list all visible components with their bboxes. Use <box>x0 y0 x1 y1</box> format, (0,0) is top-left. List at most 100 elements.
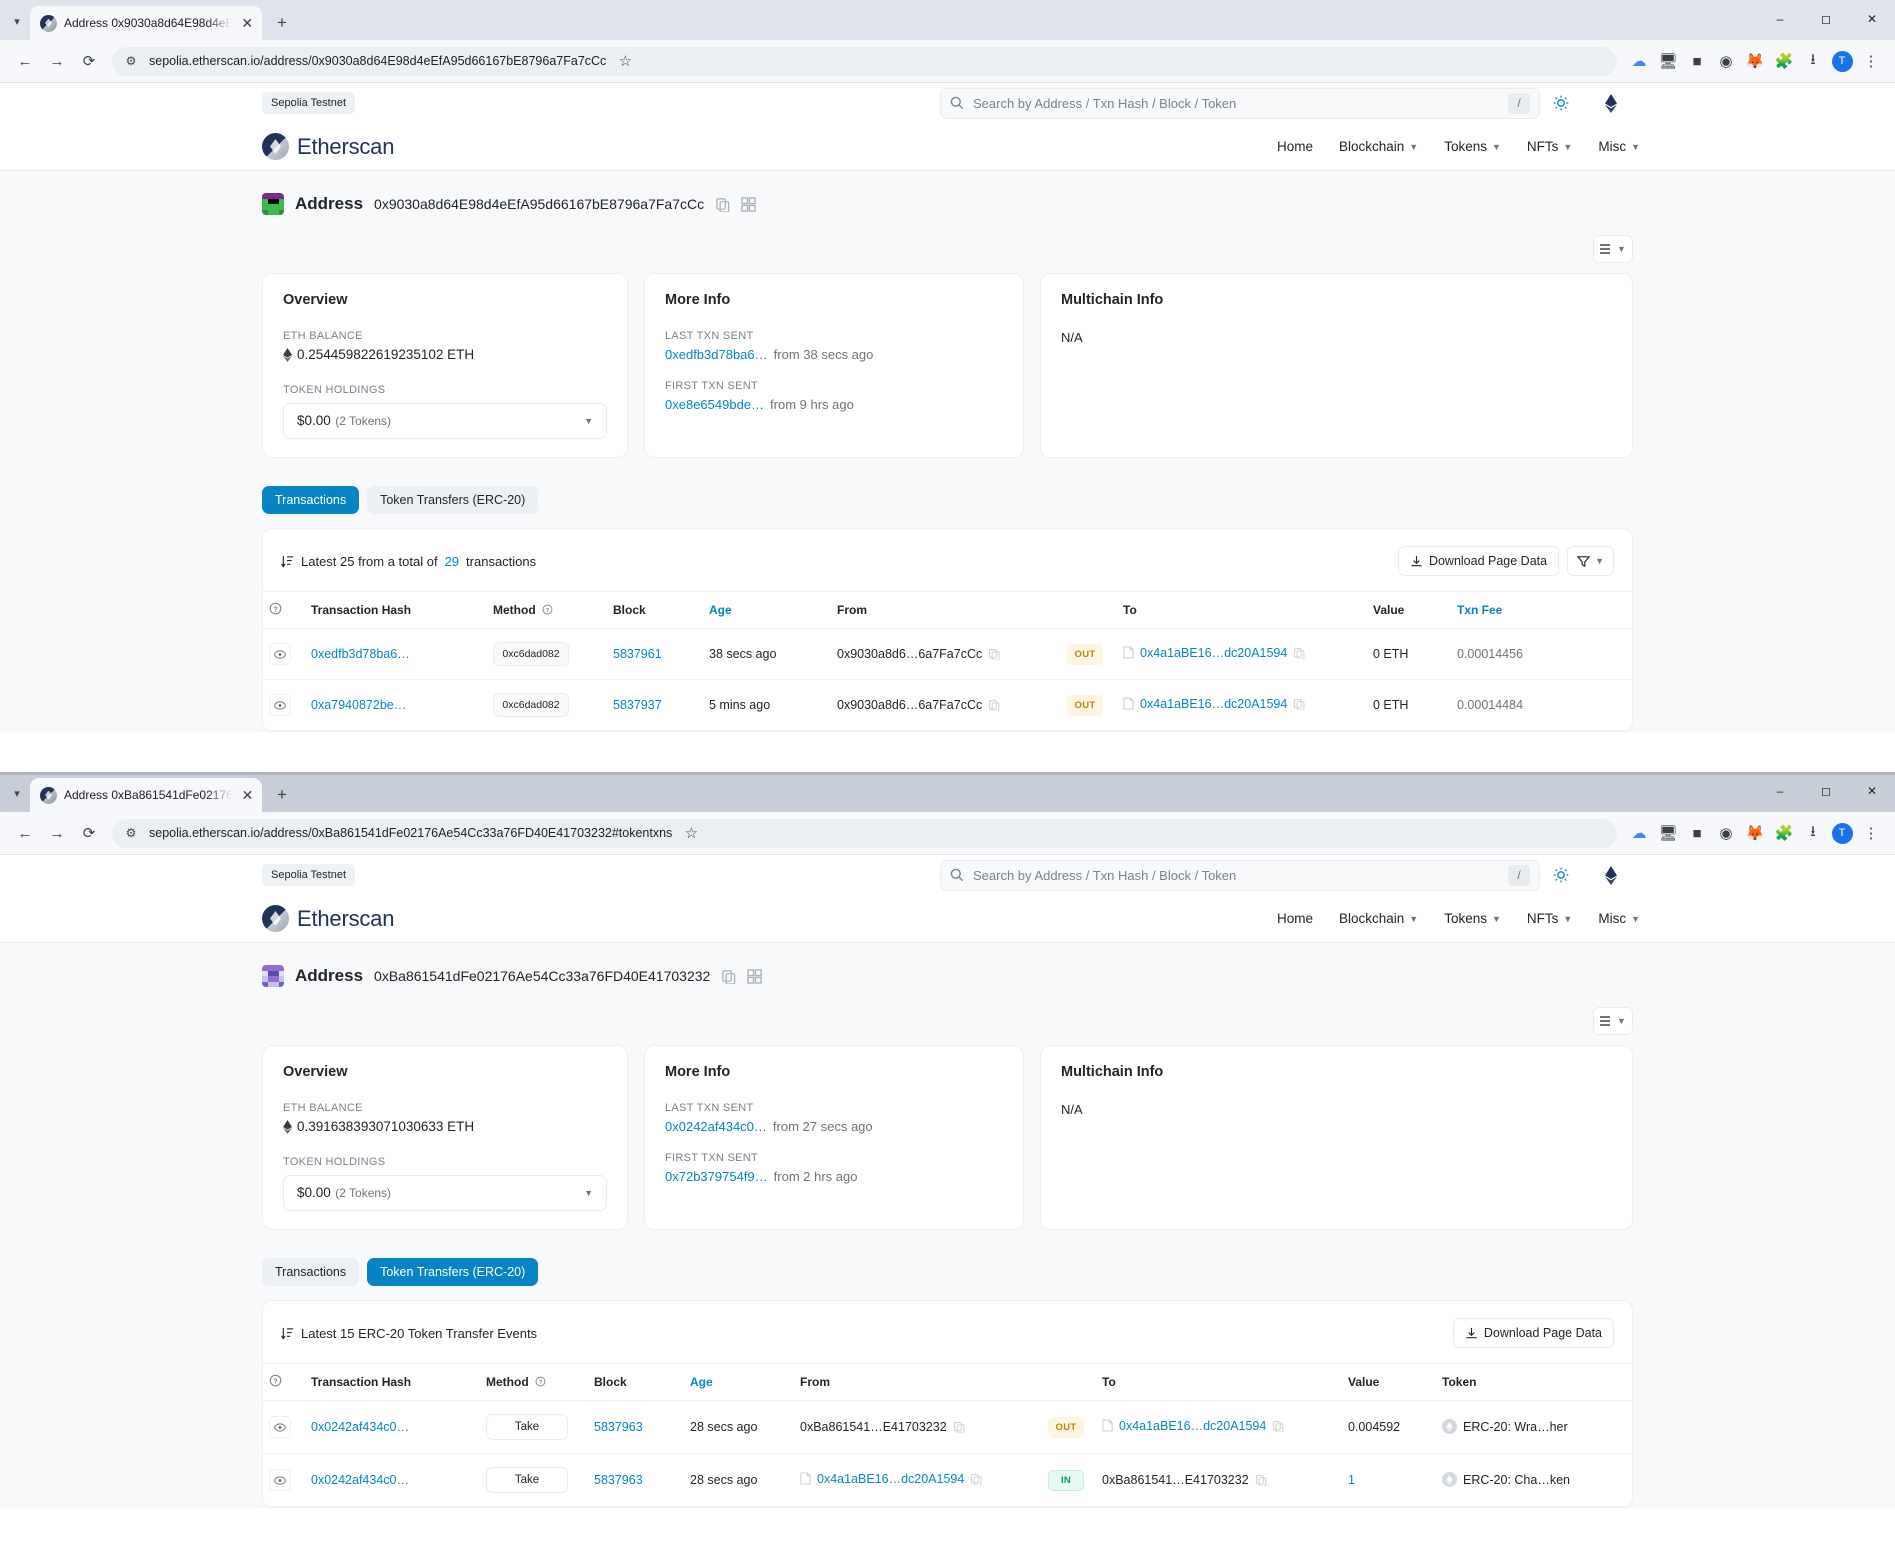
filter-button[interactable]: ▼ <box>1567 546 1614 576</box>
bookmark-star-icon[interactable]: ☆ <box>615 46 635 76</box>
nav-home[interactable]: Home <box>1277 911 1313 926</box>
help-circle-icon[interactable]: ? <box>542 604 553 615</box>
close-tab-icon[interactable]: ✕ <box>239 14 256 32</box>
download-icon[interactable]: ⭳ <box>1799 818 1827 848</box>
help-circle-icon[interactable]: ? <box>269 1374 282 1387</box>
token-holdings-dropdown[interactable]: $0.00 (2 Tokens) ▼ <box>283 403 607 439</box>
cloud-icon[interactable]: ☁ <box>1625 818 1653 848</box>
search-input[interactable]: Search by Address / Txn Hash / Block / T… <box>940 859 1540 891</box>
url-input[interactable]: ⚙ sepolia.etherscan.io/address/0x9030a8d… <box>112 46 1617 76</box>
copy-icon[interactable] <box>953 1421 965 1433</box>
last-txn-hash-link[interactable]: 0xedfb3d78ba6… <box>665 347 768 362</box>
ethereum-diamond-icon[interactable] <box>1598 90 1624 116</box>
col-txn-fee[interactable]: Txn Fee <box>1451 591 1632 629</box>
cell-block[interactable]: 5837963 <box>588 1400 684 1454</box>
theme-toggle-sun-icon[interactable] <box>1548 862 1574 888</box>
nav-home[interactable]: Home <box>1277 139 1313 154</box>
qr-code-icon[interactable] <box>747 968 763 984</box>
screencast-icon[interactable]: 🖥 <box>1654 46 1682 76</box>
cell-block[interactable]: 5837961 <box>607 628 703 680</box>
download-icon[interactable]: ⭳ <box>1799 46 1827 76</box>
ethereum-diamond-icon[interactable] <box>1598 862 1624 888</box>
nav-tokens[interactable]: Tokens ▼ <box>1444 911 1501 926</box>
theme-toggle-sun-icon[interactable] <box>1548 90 1574 116</box>
qr-code-icon[interactable] <box>741 196 756 212</box>
tab-transactions[interactable]: Transactions <box>262 486 360 514</box>
forward-icon[interactable]: → <box>42 46 72 76</box>
method-chip[interactable]: 0xc6dad082 <box>493 693 569 717</box>
preview-eye-icon[interactable] <box>269 1416 291 1438</box>
last-txn-hash-link[interactable]: 0x0242af434c0… <box>665 1119 767 1134</box>
extensions-puzzle-icon[interactable]: 🧩 <box>1770 46 1798 76</box>
cell-block[interactable]: 5837963 <box>588 1453 684 1507</box>
back-icon[interactable]: ← <box>10 46 40 76</box>
nav-nfts[interactable]: NFTs ▼ <box>1527 911 1572 926</box>
close-window-button[interactable]: ✕ <box>1849 772 1895 810</box>
nav-misc[interactable]: Misc ▼ <box>1598 139 1640 154</box>
close-window-button[interactable]: ✕ <box>1849 0 1895 38</box>
from-address[interactable]: 0x4a1aBE16…dc20A1594 <box>817 1472 964 1486</box>
cell-block[interactable]: 5837937 <box>607 679 703 731</box>
chrome-menu-icon[interactable]: ⋮ <box>1857 46 1885 76</box>
copy-icon[interactable] <box>1272 1420 1284 1432</box>
copy-icon[interactable] <box>988 699 1000 711</box>
reload-icon[interactable]: ⟳ <box>74 46 104 76</box>
chrome-menu-icon[interactable]: ⋮ <box>1857 818 1885 848</box>
close-tab-icon[interactable]: ✕ <box>239 786 256 804</box>
to-address[interactable]: 0x4a1aBE16…dc20A1594 <box>1140 697 1287 711</box>
copy-icon[interactable] <box>1293 647 1305 659</box>
metamask-icon[interactable]: 🦊 <box>1741 818 1769 848</box>
new-tab-button[interactable]: + <box>268 781 296 809</box>
search-input[interactable]: Search by Address / Txn Hash / Block / T… <box>940 87 1540 119</box>
bookmark-star-icon[interactable]: ☆ <box>681 818 701 848</box>
token-name[interactable]: ERC-20: Cha…ken <box>1463 1473 1570 1487</box>
token-name[interactable]: ERC-20: Wra…her <box>1463 1420 1568 1434</box>
table-row[interactable]: 0xa7940872be… 0xc6dad082 5837937 5 mins … <box>263 679 1632 731</box>
browser-tab-1[interactable]: Address 0x9030a8d64E98d4eEf ✕ <box>30 6 262 40</box>
preview-eye-icon[interactable] <box>269 1469 291 1491</box>
tab-search-chevron-icon[interactable]: ▾ <box>4 774 30 812</box>
etherscan-logo[interactable]: Etherscan <box>262 905 394 932</box>
download-page-data-button[interactable]: Download Page Data <box>1452 1318 1614 1348</box>
maximize-button[interactable]: ◻ <box>1803 772 1849 810</box>
tab-token-transfers[interactable]: Token Transfers (ERC-20) <box>367 1258 539 1286</box>
help-circle-icon[interactable]: ? <box>269 602 282 615</box>
back-icon[interactable]: ← <box>10 818 40 848</box>
maximize-button[interactable]: ◻ <box>1803 0 1849 38</box>
url-input[interactable]: ⚙ sepolia.etherscan.io/address/0xBa86154… <box>112 818 1617 848</box>
copy-icon[interactable] <box>970 1473 982 1485</box>
extension-circle-icon[interactable]: ◉ <box>1712 818 1740 848</box>
browser-tab-2[interactable]: Address 0xBa861541dFe02176A ✕ <box>30 778 262 812</box>
preview-eye-icon[interactable] <box>269 694 291 716</box>
table-row[interactable]: 0xedfb3d78ba6… 0xc6dad082 5837961 38 sec… <box>263 628 1632 680</box>
site-settings-icon[interactable]: ⚙ <box>122 818 140 848</box>
tab-search-chevron-icon[interactable]: ▾ <box>4 2 30 40</box>
view-options-button[interactable]: ▼ <box>1593 235 1633 263</box>
etherscan-logo[interactable]: Etherscan <box>262 133 394 160</box>
to-address[interactable]: 0x4a1aBE16…dc20A1594 <box>1140 646 1287 660</box>
cell-txn-hash[interactable]: 0x0242af434c0… <box>305 1453 480 1507</box>
download-page-data-button[interactable]: Download Page Data <box>1397 546 1560 576</box>
cloud-icon[interactable]: ☁ <box>1625 46 1653 76</box>
table-row[interactable]: 0x0242af434c0… Take 5837963 28 secs ago … <box>263 1400 1632 1454</box>
nav-blockchain[interactable]: Blockchain ▼ <box>1339 139 1418 154</box>
preview-eye-icon[interactable] <box>269 643 291 665</box>
copy-icon[interactable] <box>1293 698 1305 710</box>
cell-txn-hash[interactable]: 0x0242af434c0… <box>305 1400 480 1454</box>
first-txn-hash-link[interactable]: 0x72b379754f9… <box>665 1169 768 1184</box>
to-address[interactable]: 0x4a1aBE16…dc20A1594 <box>1119 1419 1266 1433</box>
profile-avatar[interactable]: T <box>1828 46 1856 76</box>
site-settings-icon[interactable]: ⚙ <box>122 46 140 76</box>
profile-avatar[interactable]: T <box>1828 818 1856 848</box>
copy-icon[interactable] <box>715 197 730 212</box>
extensions-puzzle-icon[interactable]: 🧩 <box>1770 818 1798 848</box>
minimize-button[interactable]: – <box>1757 0 1803 38</box>
minimize-button[interactable]: – <box>1757 772 1803 810</box>
summary-count[interactable]: 29 <box>445 554 459 569</box>
method-chip[interactable]: 0xc6dad082 <box>493 642 569 666</box>
extension-circle-icon[interactable]: ◉ <box>1712 46 1740 76</box>
forward-icon[interactable]: → <box>42 818 72 848</box>
extension-shield-icon[interactable]: ■ <box>1683 46 1711 76</box>
tab-transactions[interactable]: Transactions <box>262 1258 360 1286</box>
copy-icon[interactable] <box>988 648 1000 660</box>
